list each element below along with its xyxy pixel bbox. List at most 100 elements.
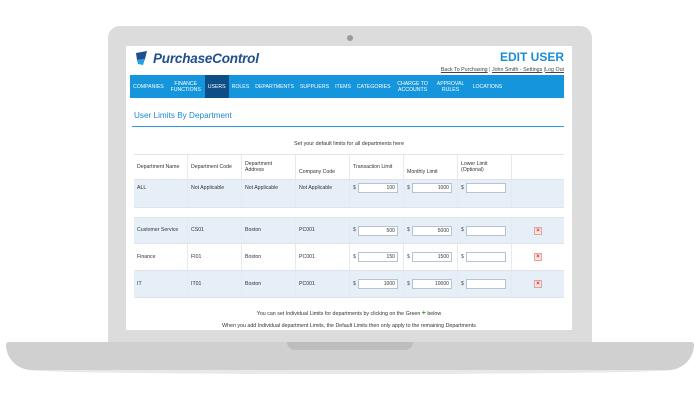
company-code: PC001 bbox=[296, 271, 350, 297]
transaction-limit-input[interactable]: 1000 bbox=[357, 279, 398, 289]
monthly-limit-input[interactable]: 1000 bbox=[411, 183, 452, 193]
nav-users[interactable]: USERS bbox=[204, 75, 229, 98]
currency-symbol: $ bbox=[461, 253, 464, 260]
company-code: Not Applicable bbox=[296, 180, 350, 207]
dept-code: Not Applicable bbox=[188, 180, 242, 207]
monthly-limit-cell: $10000 bbox=[404, 271, 458, 297]
lower-limit-input[interactable] bbox=[465, 225, 506, 236]
transaction-limit-cell: $150 bbox=[350, 244, 404, 270]
camera-icon bbox=[347, 35, 353, 41]
monthly-limit-input[interactable]: 1500 bbox=[411, 252, 452, 262]
header-transaction-limit: Transaction Limit bbox=[350, 155, 404, 179]
logo-icon bbox=[136, 51, 147, 65]
nav-locations[interactable]: LOCATIONS bbox=[470, 75, 506, 98]
dept-code: IT01 bbox=[188, 271, 242, 297]
header-dept-address: Department Address bbox=[242, 155, 296, 179]
nav-roles[interactable]: ROLES bbox=[229, 75, 253, 98]
section-subtitle: Set your default limits for all departme… bbox=[294, 141, 404, 147]
table-spacer bbox=[134, 208, 564, 217]
lower-limit-cell: $ bbox=[458, 244, 512, 270]
delete-icon[interactable]: × bbox=[534, 253, 542, 261]
actions-cell: × bbox=[512, 244, 564, 270]
page-title: EDIT USER bbox=[499, 50, 564, 64]
monthly-limit-cell: $1000 bbox=[404, 180, 458, 207]
limits-table: Department Name Department Code Departme… bbox=[134, 154, 564, 298]
main-nav: COMPANIES FINANCE FUNCTIONS USERS ROLES … bbox=[130, 75, 564, 98]
actions-cell: × bbox=[512, 271, 564, 297]
header-actions bbox=[512, 155, 564, 179]
lower-limit-input[interactable] bbox=[465, 252, 506, 262]
currency-symbol: $ bbox=[353, 253, 356, 260]
monthly-limit-cell: $1500 bbox=[404, 244, 458, 270]
footer-note-2: When you add Individual department Limit… bbox=[222, 323, 476, 329]
delete-icon[interactable]: × bbox=[534, 280, 542, 288]
nav-finance-functions[interactable]: FINANCE FUNCTIONS bbox=[167, 75, 205, 98]
user-settings-link[interactable]: John Smith - Settings bbox=[492, 67, 542, 73]
currency-symbol: $ bbox=[407, 227, 410, 234]
table-row: Customer Service CS01 Boston PC001 $500 … bbox=[134, 217, 564, 244]
header-dept-code: Department Code bbox=[188, 155, 242, 179]
table-row: IT IT01 Boston PC001 $1000 $10000 $ × bbox=[134, 271, 564, 298]
actions-cell bbox=[512, 180, 564, 207]
footer-note-1-text: You can set Individual Limits for depart… bbox=[256, 311, 421, 317]
currency-symbol: $ bbox=[461, 280, 464, 287]
dept-address: Boston bbox=[242, 271, 296, 297]
table-header-row: Department Name Department Code Departme… bbox=[134, 154, 564, 180]
transaction-limit-input[interactable]: 150 bbox=[357, 252, 398, 262]
transaction-limit-cell: $100 bbox=[350, 180, 404, 207]
green-plus-icon: + bbox=[421, 310, 426, 317]
table-row-default: ALL Not Applicable Not Applicable Not Ap… bbox=[134, 180, 564, 208]
dept-name: IT bbox=[134, 271, 188, 297]
nav-departments[interactable]: DEPARTMENTS bbox=[252, 75, 297, 98]
delete-icon[interactable]: × bbox=[534, 226, 542, 235]
section-title: User Limits By Department bbox=[134, 111, 232, 120]
header-monthly-limit: Monthly Limit bbox=[404, 155, 458, 179]
nav-charge-to-accounts[interactable]: CHARGE TO ACCOUNTS bbox=[394, 75, 432, 98]
transaction-limit-input[interactable]: 100 bbox=[357, 183, 398, 193]
currency-symbol: $ bbox=[407, 280, 410, 287]
nav-companies[interactable]: COMPANIES bbox=[130, 75, 167, 98]
dept-code: FI01 bbox=[188, 244, 242, 270]
dept-name: Finance bbox=[134, 244, 188, 270]
lower-limit-input[interactable] bbox=[465, 279, 506, 289]
dept-name: Customer Service bbox=[134, 218, 188, 243]
transaction-limit-input[interactable]: 500 bbox=[357, 225, 398, 236]
currency-symbol: $ bbox=[461, 184, 464, 191]
currency-symbol: $ bbox=[407, 184, 410, 191]
lower-limit-cell: $ bbox=[458, 180, 512, 207]
nav-items[interactable]: ITEMS bbox=[332, 75, 354, 98]
currency-symbol: $ bbox=[353, 184, 356, 191]
monthly-limit-input[interactable]: 5000 bbox=[411, 225, 452, 236]
logout-link[interactable]: Log Out bbox=[545, 67, 564, 73]
table-row: Finance FI01 Boston PC001 $150 $1500 $ × bbox=[134, 244, 564, 271]
dept-code: CS01 bbox=[188, 218, 242, 243]
currency-symbol: $ bbox=[353, 280, 356, 287]
monthly-limit-input[interactable]: 10000 bbox=[411, 279, 452, 289]
header-lower-limit: Lower Limit (Optional) bbox=[458, 155, 512, 179]
monthly-limit-cell: $5000 bbox=[404, 218, 458, 243]
currency-symbol: $ bbox=[461, 227, 464, 234]
nav-approval-rules[interactable]: APPROVAL RULES bbox=[432, 75, 470, 98]
nav-suppliers[interactable]: SUPPLIERS bbox=[297, 75, 332, 98]
brand-name: PurchaseControl bbox=[153, 50, 259, 66]
lower-limit-input[interactable] bbox=[465, 183, 506, 193]
back-to-purchasing-link[interactable]: Back To Purchasing bbox=[441, 67, 488, 73]
currency-symbol: $ bbox=[407, 253, 410, 260]
lower-limit-cell: $ bbox=[458, 218, 512, 243]
laptop-notch bbox=[287, 342, 413, 350]
dept-address: Not Applicable bbox=[242, 180, 296, 207]
footer-note-1-tail: below bbox=[427, 311, 442, 317]
dept-name: ALL bbox=[134, 180, 188, 207]
user-links: Back To Purchasing | John Smith - Settin… bbox=[441, 67, 564, 73]
brand-logo[interactable]: PurchaseControl bbox=[134, 50, 259, 66]
section-divider bbox=[132, 126, 564, 127]
transaction-limit-cell: $1000 bbox=[350, 271, 404, 297]
dept-address: Boston bbox=[242, 218, 296, 243]
company-code: PC001 bbox=[296, 218, 350, 243]
footer-note-1: You can set Individual Limits for depart… bbox=[126, 310, 572, 317]
company-code: PC001 bbox=[296, 244, 350, 270]
lower-limit-cell: $ bbox=[458, 271, 512, 297]
transaction-limit-cell: $500 bbox=[350, 218, 404, 243]
header-company-code: Company Code bbox=[296, 155, 350, 179]
nav-categories[interactable]: CATEGORIES bbox=[354, 75, 394, 98]
